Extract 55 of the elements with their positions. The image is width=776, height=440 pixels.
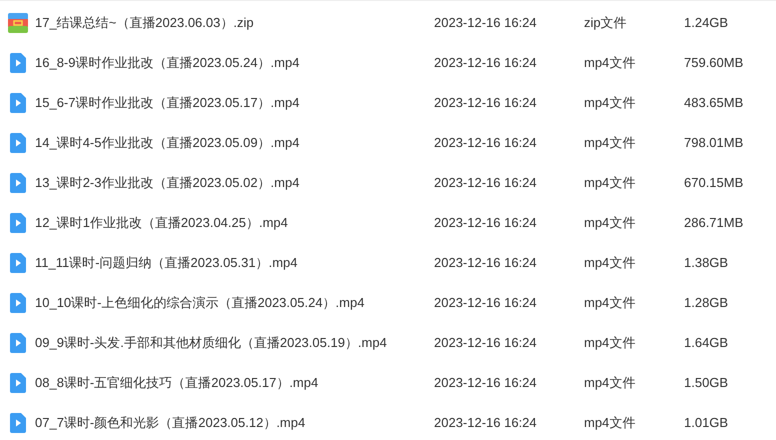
file-type: mp4文件 xyxy=(584,54,636,72)
modified-date: 2023-12-16 16:24 xyxy=(434,14,538,32)
file-type: mp4文件 xyxy=(584,294,636,312)
file-size: 483.65MB xyxy=(684,94,744,112)
file-name[interactable]: 14_课时4-5作业批改（直播2023.05.09）.mp4 xyxy=(35,133,300,153)
modified-date: 2023-12-16 16:24 xyxy=(434,414,538,432)
video-file-icon xyxy=(10,213,26,233)
file-name[interactable]: 15_6-7课时作业批改（直播2023.05.17）.mp4 xyxy=(35,93,300,113)
file-size: 1.01GB xyxy=(684,414,728,432)
file-name[interactable]: 11_11课时-问题归纳（直播2023.05.31）.mp4 xyxy=(35,253,298,273)
file-type: mp4文件 xyxy=(584,414,636,432)
file-type: mp4文件 xyxy=(584,174,636,192)
file-name[interactable]: 16_8-9课时作业批改（直播2023.05.24）.mp4 xyxy=(35,53,300,73)
file-name[interactable]: 08_8课时-五官细化技巧（直播2023.05.17）.mp4 xyxy=(35,373,318,393)
modified-date: 2023-12-16 16:24 xyxy=(434,214,538,232)
video-file-icon xyxy=(10,93,26,113)
modified-date: 2023-12-16 16:24 xyxy=(434,94,538,112)
file-type: mp4文件 xyxy=(584,374,636,392)
file-type: mp4文件 xyxy=(584,134,636,152)
file-type: mp4文件 xyxy=(584,214,636,232)
file-name[interactable]: 09_9课时-头发.手部和其他材质细化（直播2023.05.19）.mp4 xyxy=(35,333,387,353)
file-size: 1.28GB xyxy=(684,294,728,312)
file-name[interactable]: 13_课时2-3作业批改（直播2023.05.02）.mp4 xyxy=(35,173,300,193)
file-type: mp4文件 xyxy=(584,94,636,112)
modified-date: 2023-12-16 16:24 xyxy=(434,54,538,72)
file-type: mp4文件 xyxy=(584,254,636,272)
file-name[interactable]: 17_结课总结~（直播2023.06.03）.zip xyxy=(35,13,254,33)
file-type: mp4文件 xyxy=(584,334,636,352)
modified-date: 2023-12-16 16:24 xyxy=(434,134,538,152)
modified-date: 2023-12-16 16:24 xyxy=(434,254,538,272)
video-file-icon xyxy=(10,253,26,273)
modified-date: 2023-12-16 16:24 xyxy=(434,174,538,192)
file-name[interactable]: 10_10课时-上色细化的综合演示（直播2023.05.24）.mp4 xyxy=(35,293,364,313)
video-file-icon xyxy=(10,293,26,313)
file-size: 759.60MB xyxy=(684,54,744,72)
archive-icon xyxy=(8,13,28,33)
file-size: 1.24GB xyxy=(684,14,728,32)
file-name[interactable]: 07_7课时-颜色和光影（直播2023.05.12）.mp4 xyxy=(35,413,306,433)
video-file-icon xyxy=(10,413,26,433)
file-size: 670.15MB xyxy=(684,174,744,192)
video-file-icon xyxy=(10,53,26,73)
video-file-icon xyxy=(10,373,26,393)
file-type: zip文件 xyxy=(584,14,628,32)
file-size: 1.64GB xyxy=(684,334,728,352)
modified-date: 2023-12-16 16:24 xyxy=(434,374,538,392)
modified-date: 2023-12-16 16:24 xyxy=(434,294,538,312)
modified-date: 2023-12-16 16:24 xyxy=(434,334,538,352)
video-file-icon xyxy=(10,133,26,153)
file-size: 1.38GB xyxy=(684,254,728,272)
file-size: 286.71MB xyxy=(684,214,744,232)
file-size: 798.01MB xyxy=(684,134,744,152)
file-size: 1.50GB xyxy=(684,374,728,392)
video-file-icon xyxy=(10,333,26,353)
video-file-icon xyxy=(10,173,26,193)
file-name[interactable]: 12_课时1作业批改（直播2023.04.25）.mp4 xyxy=(35,213,288,233)
